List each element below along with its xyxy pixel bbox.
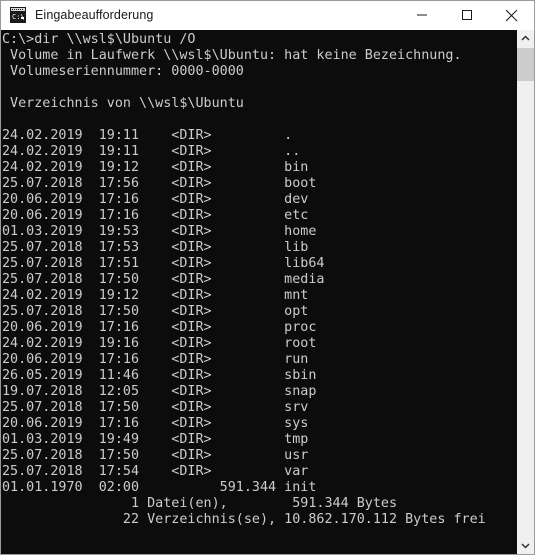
minimize-button[interactable]: [399, 1, 444, 29]
scroll-down-arrow-icon[interactable]: [517, 537, 534, 554]
cmd-console-icon: C:\: [10, 7, 26, 23]
close-button[interactable]: [489, 1, 534, 29]
console-output[interactable]: C:\>dir \\wsl$\Ubuntu /O Volume in Laufw…: [1, 30, 516, 554]
scrollbar-track[interactable]: [517, 47, 534, 537]
vertical-scrollbar[interactable]: [516, 30, 534, 554]
command-prompt-window: C:\ Eingabeaufforderung C:\>dir \\wsl$\U…: [0, 0, 535, 555]
scroll-up-arrow-icon[interactable]: [517, 30, 534, 47]
console-area[interactable]: C:\>dir \\wsl$\Ubuntu /O Volume in Laufw…: [1, 30, 534, 554]
window-title: Eingabeaufforderung: [35, 8, 154, 22]
maximize-button[interactable]: [444, 1, 489, 29]
scrollbar-thumb[interactable]: [517, 48, 534, 81]
title-bar[interactable]: C:\ Eingabeaufforderung: [1, 1, 534, 30]
window-controls: [399, 1, 534, 29]
